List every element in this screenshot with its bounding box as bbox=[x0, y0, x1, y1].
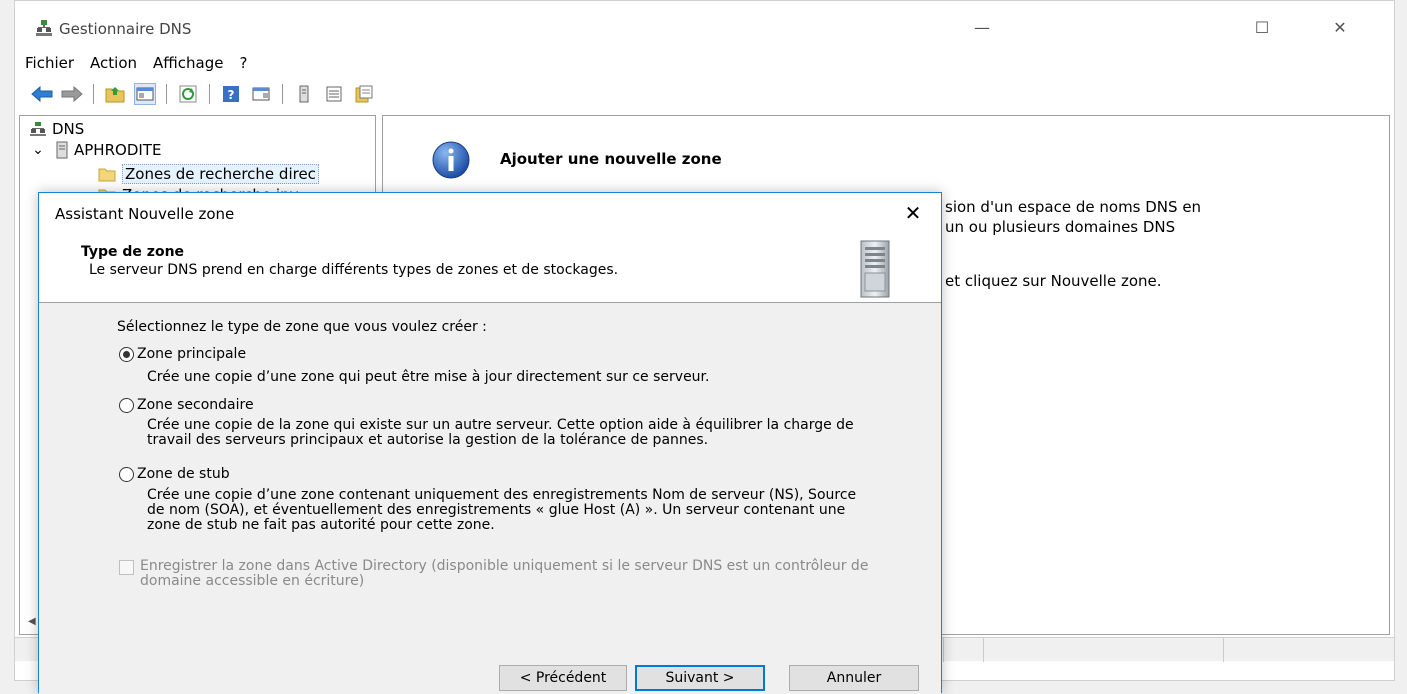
wizard-title: Assistant Nouvelle zone bbox=[55, 205, 235, 223]
next-button[interactable]: Suivant > bbox=[635, 665, 765, 691]
radio-label: Zone secondaire bbox=[137, 397, 254, 413]
content-text-line: sion d'un espace de noms DNS en bbox=[945, 198, 1202, 216]
wizard-title-bar: Assistant Nouvelle zone ✕ bbox=[39, 193, 941, 233]
radio-zone-principale[interactable]: Zone principale bbox=[119, 346, 246, 362]
new-zone-wizard-dialog: Assistant Nouvelle zone ✕ Type de zone L… bbox=[38, 192, 942, 694]
option-description: Crée une copie d’une zone qui peut être … bbox=[147, 369, 710, 385]
folder-icon bbox=[98, 168, 116, 182]
maximize-button[interactable]: ☐ bbox=[1242, 9, 1282, 45]
wizard-page-title: Type de zone bbox=[81, 244, 185, 260]
list-icon[interactable] bbox=[323, 83, 345, 105]
scroll-left-icon[interactable]: ◀ bbox=[28, 616, 36, 627]
wizard-header: Type de zone Le serveur DNS prend en cha… bbox=[39, 233, 941, 303]
radio-button[interactable] bbox=[119, 466, 134, 482]
svg-text:?: ? bbox=[228, 88, 235, 102]
info-icon bbox=[432, 141, 470, 179]
tree-label: DNS bbox=[52, 120, 85, 138]
folder-up-icon[interactable] bbox=[104, 83, 126, 105]
refresh-icon[interactable] bbox=[177, 83, 199, 105]
server-icon bbox=[56, 141, 68, 159]
close-icon[interactable]: ✕ bbox=[899, 199, 927, 227]
toolbar-separator bbox=[282, 84, 283, 104]
toolbar-separator bbox=[209, 84, 210, 104]
dns-server-icon bbox=[36, 20, 52, 36]
close-button[interactable]: ✕ bbox=[1320, 9, 1360, 45]
menu-help[interactable]: ? bbox=[231, 51, 255, 75]
content-text-line: un ou plusieurs domaines DNS bbox=[945, 218, 1176, 236]
minimize-button[interactable]: — bbox=[962, 9, 1002, 45]
checkbox-label: Enregistrer la zone dans Active Director… bbox=[140, 558, 869, 589]
radio-label: Zone principale bbox=[137, 346, 247, 362]
radio-label: Zone de stub bbox=[137, 466, 230, 482]
radio-button[interactable] bbox=[119, 397, 134, 413]
ad-storage-checkbox[interactable] bbox=[119, 560, 134, 575]
radio-zone-stub[interactable]: Zone de stub bbox=[119, 466, 230, 482]
chevron-down-icon[interactable]: ⌄ bbox=[30, 143, 46, 157]
toolbar-separator bbox=[166, 84, 167, 104]
server-icon[interactable] bbox=[293, 83, 315, 105]
server-tower-icon bbox=[860, 240, 890, 298]
content-text-line: et cliquez sur Nouvelle zone. bbox=[945, 272, 1162, 290]
toolbar: ? bbox=[15, 80, 1394, 108]
status-segment bbox=[1223, 638, 1383, 662]
radio-zone-secondaire[interactable]: Zone secondaire bbox=[119, 397, 254, 413]
tree-item-forward-zones[interactable]: Zones de recherche direc bbox=[98, 164, 319, 184]
tree-label-selected: Zones de recherche direc bbox=[122, 164, 319, 184]
radio-button-selected[interactable] bbox=[119, 346, 134, 362]
previous-button[interactable]: < Précédent bbox=[499, 665, 627, 691]
window-title: Gestionnaire DNS bbox=[59, 20, 192, 38]
tree-item-dns[interactable]: DNS bbox=[30, 120, 84, 138]
tree-label: APHRODITE bbox=[74, 141, 162, 159]
title-bar: Gestionnaire DNS — ☐ ✕ bbox=[15, 1, 1394, 45]
menu-fichier[interactable]: Fichier bbox=[15, 51, 82, 75]
dns-server-icon bbox=[30, 122, 46, 136]
menu-action[interactable]: Action bbox=[82, 51, 145, 75]
status-segment bbox=[943, 638, 983, 662]
action-pane-icon[interactable] bbox=[250, 83, 272, 105]
toolbar-separator bbox=[93, 84, 94, 104]
ad-storage-checkbox-row[interactable]: Enregistrer la zone dans Active Director… bbox=[119, 559, 909, 589]
console-tree-icon[interactable] bbox=[134, 83, 156, 105]
option-description: Crée une copie de la zone qui existe sur… bbox=[147, 417, 854, 448]
wizard-page-subtitle: Le serveur DNS prend en charge différent… bbox=[89, 262, 619, 278]
content-title: Ajouter une nouvelle zone bbox=[500, 150, 722, 168]
cancel-button[interactable]: Annuler bbox=[789, 665, 919, 691]
menu-bar: Fichier Action Affichage ? bbox=[15, 51, 1394, 75]
wizard-body: Sélectionnez le type de zone que vous vo… bbox=[39, 304, 941, 694]
help-icon[interactable]: ? bbox=[220, 83, 242, 105]
status-segment bbox=[983, 638, 1223, 662]
zone-type-prompt: Sélectionnez le type de zone que vous vo… bbox=[117, 319, 487, 335]
menu-affichage[interactable]: Affichage bbox=[145, 51, 231, 75]
option-description: Crée une copie d’une zone contenant uniq… bbox=[147, 487, 857, 533]
forward-arrow-icon[interactable] bbox=[61, 83, 83, 105]
export-icon[interactable] bbox=[353, 83, 375, 105]
back-arrow-icon[interactable] bbox=[31, 83, 53, 105]
tree-item-server[interactable]: ⌄ APHRODITE bbox=[30, 141, 161, 159]
